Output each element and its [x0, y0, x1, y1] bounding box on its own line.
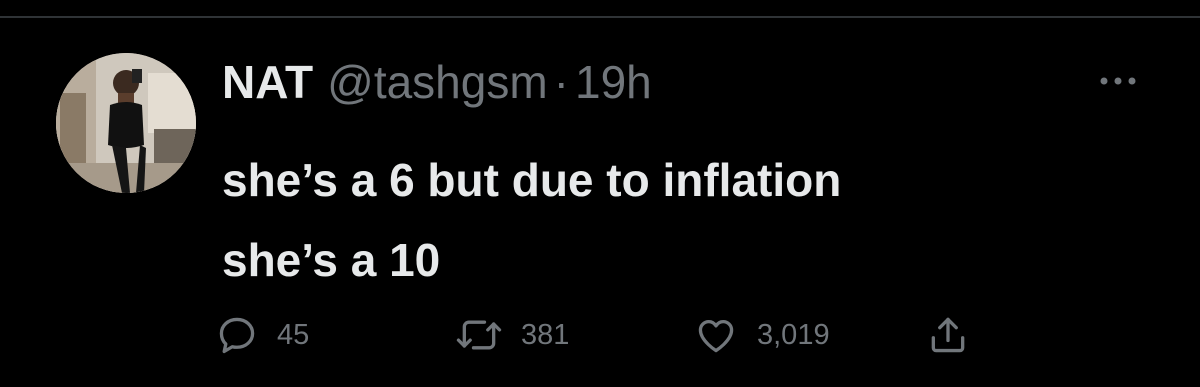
avatar[interactable]: [56, 53, 196, 193]
retweet-arrows-icon: [456, 320, 502, 350]
like-button[interactable]: 3,019: [693, 310, 830, 360]
heart-icon: [698, 319, 734, 353]
tweet-text: she’s a 6 but due to inflation she’s a 1…: [222, 140, 1122, 300]
reply-button[interactable]: 45: [215, 310, 309, 360]
timestamp[interactable]: 19h: [575, 54, 652, 110]
author-name[interactable]: NAT: [222, 54, 313, 110]
tweet-header: NAT @tashgsm · 19h: [222, 54, 652, 110]
tweet-text-line-1: she’s a 6 but due to inflation: [222, 154, 842, 206]
avatar-photo: [56, 53, 196, 193]
top-divider: [0, 16, 1200, 18]
retweet-count: 381: [521, 318, 570, 351]
more-options-button[interactable]: [1096, 66, 1140, 96]
separator-dot: ·: [553, 56, 569, 108]
retweet-button[interactable]: 381: [455, 310, 569, 360]
reply-bubble-icon: [219, 317, 255, 354]
share-button[interactable]: [926, 310, 970, 360]
share-upload-icon: [931, 317, 965, 353]
author-handle[interactable]: @tashgsm: [327, 54, 548, 110]
more-dots-icon: [1100, 77, 1136, 85]
tweet-text-line-2: she’s a 10: [222, 234, 441, 286]
reply-count: 45: [277, 318, 310, 351]
like-count: 3,019: [757, 318, 830, 351]
